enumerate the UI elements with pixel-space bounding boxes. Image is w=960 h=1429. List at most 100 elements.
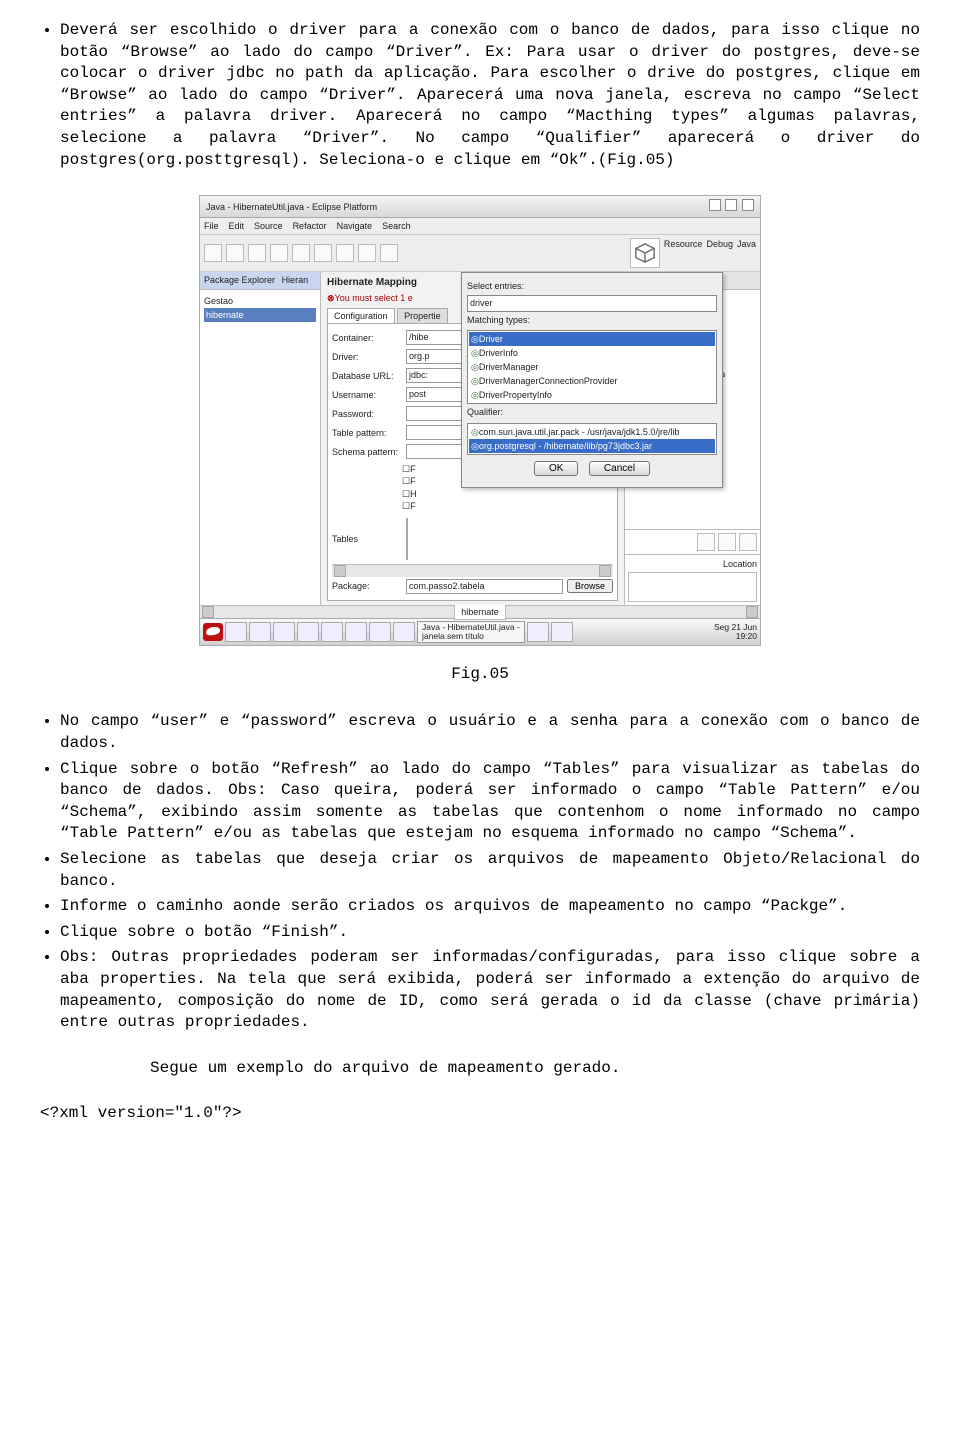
menu-navigate[interactable]: Navigate	[337, 220, 373, 232]
tray-icon[interactable]	[551, 622, 573, 642]
taskbar-icon[interactable]	[225, 622, 247, 642]
task-line-2: janela sem título	[422, 632, 520, 641]
perspective-java[interactable]: Java	[737, 238, 756, 268]
dburl-label: Database URL:	[332, 370, 402, 382]
bullet-bottom-4: Clique sobre o botão “Finish”.	[60, 922, 920, 944]
matching-types-label: Matching types:	[467, 312, 717, 328]
tray-icon[interactable]	[527, 622, 549, 642]
list-item[interactable]: DriverManager	[469, 360, 715, 374]
cancel-button[interactable]: Cancel	[589, 461, 650, 476]
scroll-right-icon[interactable]	[599, 565, 611, 577]
tables-listbox[interactable]	[406, 518, 408, 560]
package-explorer-body[interactable]: Gestao hibernate	[200, 290, 320, 605]
center-pane: Hibernate Mapping You must select 1 e Co…	[321, 272, 625, 604]
package-explorer-tab[interactable]: Package Explorer Hieran	[200, 272, 320, 289]
perspective-debug[interactable]: Debug	[706, 238, 733, 268]
toolbar-button[interactable]	[204, 244, 222, 262]
password-label: Password:	[332, 408, 402, 420]
minimize-icon[interactable]	[709, 199, 721, 211]
bottom-bullet-list: No campo “user” e “password” escreva o u…	[40, 711, 920, 1033]
perspective-icon[interactable]	[630, 238, 660, 268]
eclipse-screenshot: Java - HibernateUtil.java - Eclipse Plat…	[199, 195, 761, 646]
toolbar-button[interactable]	[358, 244, 376, 262]
window-titlebar: Java - HibernateUtil.java - Eclipse Plat…	[200, 196, 760, 218]
project-item[interactable]: Gestao	[204, 294, 316, 308]
tail-line: Segue um exemplo do arquivo de mapeament…	[150, 1058, 920, 1080]
perspective-resource[interactable]: Resource	[664, 238, 703, 268]
hierarchy-tab-label: Hieran	[282, 275, 309, 285]
os-taskbar: Java - HibernateUtil.java - janela sem t…	[200, 618, 760, 645]
figure-caption: Fig.05	[40, 664, 920, 686]
perspective-switcher: Resource Debug Java	[630, 238, 756, 268]
menu-bar: File Edit Source Refactor Navigate Searc…	[200, 218, 760, 235]
clock-time: 19:20	[736, 631, 757, 641]
toolbar-button[interactable]	[314, 244, 332, 262]
xml-declaration: <?xml version="1.0"?>	[40, 1103, 920, 1125]
project-item-selected[interactable]: hibernate	[204, 308, 316, 322]
horizontal-scrollbar[interactable]	[332, 564, 613, 577]
nav-back-icon[interactable]	[697, 533, 715, 551]
wizard-check-4[interactable]: F	[402, 500, 613, 512]
close-icon[interactable]	[742, 199, 754, 211]
container-label: Container:	[332, 332, 402, 344]
toolbar-button[interactable]	[336, 244, 354, 262]
toolbar-button[interactable]	[226, 244, 244, 262]
ok-button[interactable]: OK	[534, 461, 578, 476]
scroll-left-icon[interactable]	[334, 565, 346, 577]
scroll-left-icon[interactable]	[202, 606, 214, 618]
browse-button[interactable]: Browse	[567, 579, 613, 593]
package-input[interactable]: com.passo2.tabela	[406, 579, 563, 594]
top-bullet-list: Deverá ser escolhido o driver para a con…	[40, 20, 920, 171]
menu-edit[interactable]: Edit	[229, 220, 245, 232]
editor-bottom-tab[interactable]: hibernate	[454, 605, 506, 620]
taskbar-icon[interactable]	[249, 622, 271, 642]
schemapattern-label: Schema pattern:	[332, 446, 402, 458]
bullet-bottom-1: Clique sobre o botão “Refresh” ao lado d…	[60, 759, 920, 845]
toolbar-button[interactable]	[248, 244, 266, 262]
toolbar-button[interactable]	[270, 244, 288, 262]
wizard-check-3[interactable]: H	[402, 488, 613, 500]
editor-scrollbar[interactable]: hibernate	[200, 605, 760, 618]
username-label: Username:	[332, 389, 402, 401]
list-item[interactable]: Driver	[469, 332, 715, 346]
taskbar-icon[interactable]	[345, 622, 367, 642]
location-label: Location	[628, 558, 757, 572]
nav-home-icon[interactable]	[739, 533, 757, 551]
list-item[interactable]: org.postgresql - /hibernate/lib/pg73jdbc…	[469, 439, 715, 453]
menu-source[interactable]: Source	[254, 220, 283, 232]
menu-file[interactable]: File	[204, 220, 219, 232]
driver-label: Driver:	[332, 351, 402, 363]
scroll-right-icon[interactable]	[746, 606, 758, 618]
tab-configuration[interactable]: Configuration	[327, 308, 395, 323]
taskbar-icon[interactable]	[273, 622, 295, 642]
list-item[interactable]: DriverManagerConnectionProvider	[469, 374, 715, 388]
list-item[interactable]: DriverInfo	[469, 346, 715, 360]
nav-fwd-icon[interactable]	[718, 533, 736, 551]
menu-search[interactable]: Search	[382, 220, 411, 232]
bullet-bottom-5: Obs: Outras propriedades poderam ser inf…	[60, 947, 920, 1033]
qualifier-label: Qualifier:	[467, 404, 717, 420]
tab-properties[interactable]: Propertie	[397, 308, 448, 323]
redhat-icon[interactable]	[203, 623, 223, 641]
list-item[interactable]: DriverPropertyInfo	[469, 388, 715, 402]
taskbar-icon[interactable]	[297, 622, 319, 642]
qualifier-list[interactable]: com.sun.java.util.jar.pack - /usr/java/j…	[467, 423, 717, 455]
package-label: Package:	[332, 580, 402, 592]
taskbar-icon[interactable]	[393, 622, 415, 642]
location-box: Location	[625, 554, 760, 605]
taskbar-task[interactable]: Java - HibernateUtil.java - janela sem t…	[417, 621, 525, 643]
location-value[interactable]	[628, 572, 757, 602]
list-item[interactable]: com.sun.java.util.jar.pack - /usr/java/j…	[469, 425, 715, 439]
matching-types-list[interactable]: Driver DriverInfo DriverManager DriverMa…	[467, 330, 717, 405]
select-entries-input[interactable]: driver	[467, 295, 717, 312]
toolbar-button[interactable]	[380, 244, 398, 262]
taskbar-icon[interactable]	[321, 622, 343, 642]
window-title: Java - HibernateUtil.java - Eclipse Plat…	[206, 201, 377, 213]
tables-label: Tables	[332, 533, 402, 545]
select-entries-label: Select entries:	[467, 278, 717, 294]
main-toolbar: Resource Debug Java	[200, 235, 760, 272]
toolbar-button[interactable]	[292, 244, 310, 262]
taskbar-icon[interactable]	[369, 622, 391, 642]
menu-refactor[interactable]: Refactor	[293, 220, 327, 232]
maximize-icon[interactable]	[725, 199, 737, 211]
